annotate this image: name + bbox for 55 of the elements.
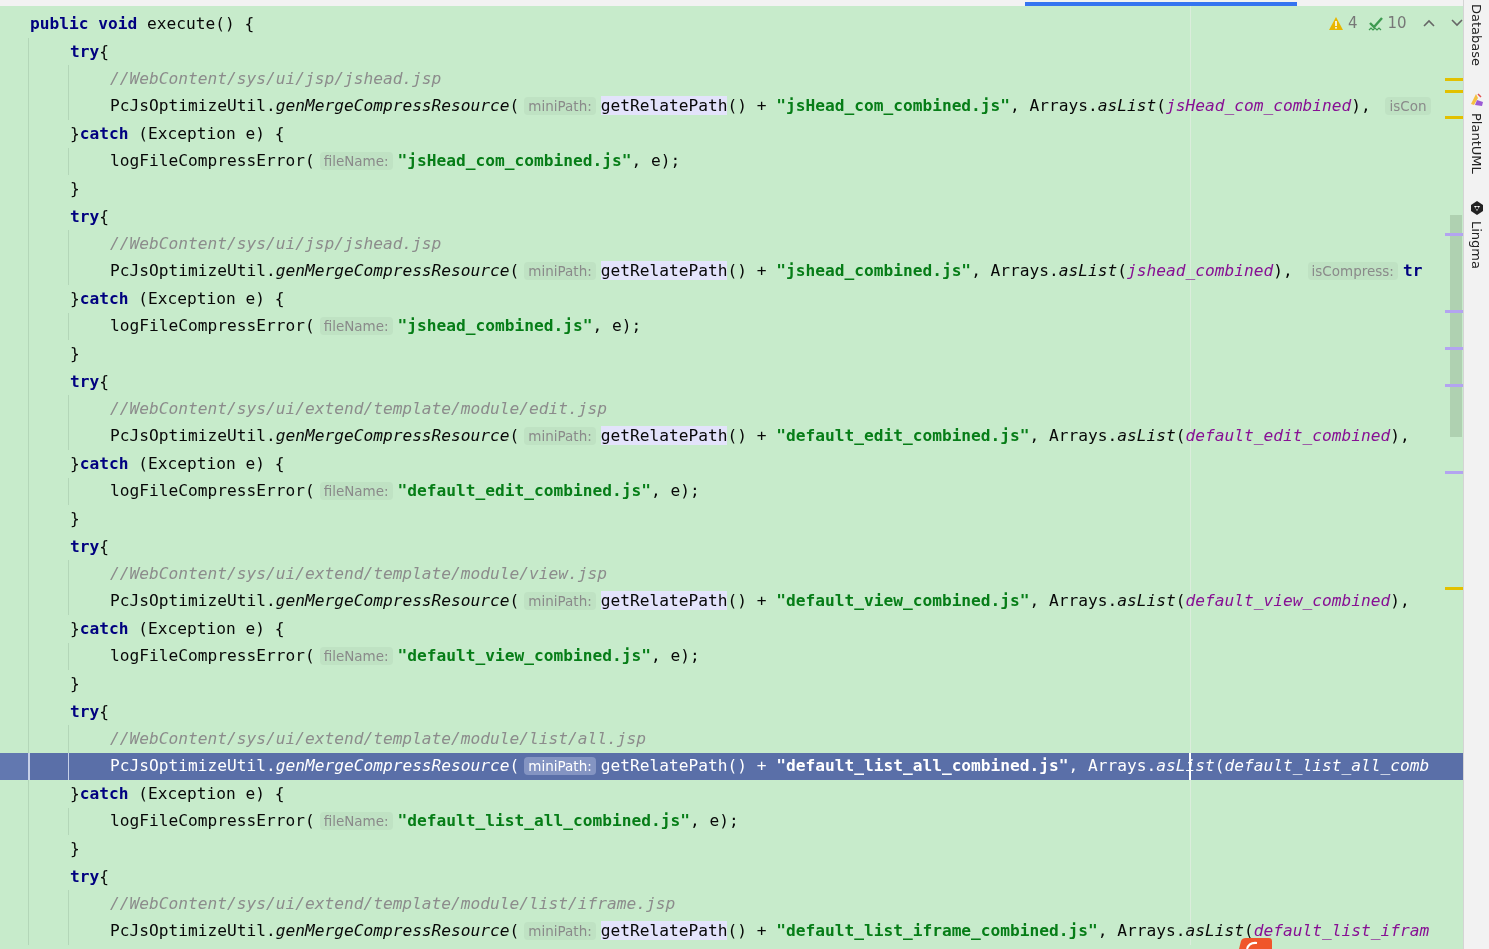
code-line: //WebContent/sys/ui/extend/template/module/edit.jsp <box>110 398 608 420</box>
lingma-icon <box>1468 199 1485 216</box>
scroll-marker[interactable] <box>1445 347 1463 350</box>
code-line: //WebContent/sys/ui/extend/template/module/view.jsp <box>110 563 608 585</box>
code-line: } <box>70 508 80 530</box>
code-line: }catch (Exception e) { <box>70 783 285 805</box>
code-line: PcJsOptimizeUtil.genMergeCompressResource( miniPath: getRelatePath() + "default_edit_combined.js", Arrays.asList(default_edit_combined), <box>110 425 1410 447</box>
code-line: }catch (Exception e) { <box>70 618 285 640</box>
code-line: PcJsOptimizeUtil.genMergeCompressResource( miniPath: getRelatePath() + "jsHead_com_combined.js", Arrays.asList(jsHead_com_combined), isCon <box>110 92 1436 121</box>
code-line: }catch (Exception e) { <box>70 123 285 145</box>
code-line: public void execute() { <box>30 13 255 35</box>
warning-icon[interactable] <box>1328 15 1344 31</box>
app-icon[interactable] <box>1237 938 1273 949</box>
code-line: //WebContent/sys/ui/extend/template/module/list/all.jsp <box>110 728 646 750</box>
code-line: //WebContent/sys/ui/extend/template/module/list/iframe.jsp <box>110 893 676 915</box>
code-line: //WebContent/sys/ui/jsp/jshead.jsp <box>110 233 442 255</box>
code-line: logFileCompressError( fileName: "jsHead_com_combined.js", e); <box>110 150 681 172</box>
check-icon[interactable] <box>1367 15 1384 31</box>
code-line: PcJsOptimizeUtil.genMergeCompressResource( miniPath: getRelatePath() + "default_list_iframe_combined.js", Arrays.asList(default_list_ifram <box>110 920 1430 942</box>
plantuml-icon <box>1468 92 1485 109</box>
code-line: //WebContent/sys/ui/jsp/jshead.jsp <box>110 68 442 90</box>
down-caret-icon[interactable] <box>1450 19 1463 27</box>
code-line: } <box>70 178 80 200</box>
code-line: logFileCompressError( fileName: "jshead_combined.js", e); <box>110 315 642 337</box>
code-line: try{ <box>70 865 109 888</box>
tool-window-tab[interactable]: Lingma <box>1469 218 1484 271</box>
code-line: try{ <box>70 700 109 723</box>
weak-warning-count: 10 <box>1387 14 1407 32</box>
up-caret-icon[interactable] <box>1422 19 1435 27</box>
code-line: logFileCompressError( fileName: "default_edit_combined.js", e); <box>110 480 700 502</box>
code-line: } <box>70 673 80 695</box>
code-line: }catch (Exception e) { <box>70 453 285 475</box>
scroll-marker[interactable] <box>1445 78 1463 81</box>
code-line: }catch (Exception e) { <box>70 288 285 310</box>
tool-window-tab[interactable]: Database <box>1469 2 1484 69</box>
code-line: try{ <box>70 205 109 228</box>
code-line: PcJsOptimizeUtil.genMergeCompressResource( miniPath: getRelatePath() + "default_view_combined.js", Arrays.asList(default_view_combined), <box>110 590 1410 612</box>
tool-window-tab[interactable]: PlantUML <box>1469 111 1484 176</box>
code-line: try{ <box>70 40 109 63</box>
code-line: try{ <box>70 535 109 558</box>
code-line: logFileCompressError( fileName: "default_view_combined.js", e); <box>110 645 700 667</box>
scroll-marker[interactable] <box>1445 310 1463 313</box>
warning-count: 4 <box>1348 14 1358 32</box>
scroll-marker[interactable] <box>1445 116 1463 119</box>
scroll-marker[interactable] <box>1445 384 1463 387</box>
scrollbar-thumb[interactable] <box>1450 215 1462 437</box>
scroll-marker[interactable] <box>1445 90 1463 93</box>
code-line: PcJsOptimizeUtil.genMergeCompressResource( miniPath: getRelatePath() + "jshead_combined.js", Arrays.asList(jshead_combined), isCompress: tr <box>110 260 1423 282</box>
code-line: logFileCompressError( fileName: "default_list_all_combined.js", e); <box>110 810 739 832</box>
code-line: try{ <box>70 370 109 393</box>
code-line: } <box>70 343 80 365</box>
scroll-marker[interactable] <box>1445 233 1463 236</box>
scroll-marker[interactable] <box>1445 587 1463 590</box>
scroll-marker[interactable] <box>1445 471 1463 474</box>
code-line: } <box>70 838 80 860</box>
